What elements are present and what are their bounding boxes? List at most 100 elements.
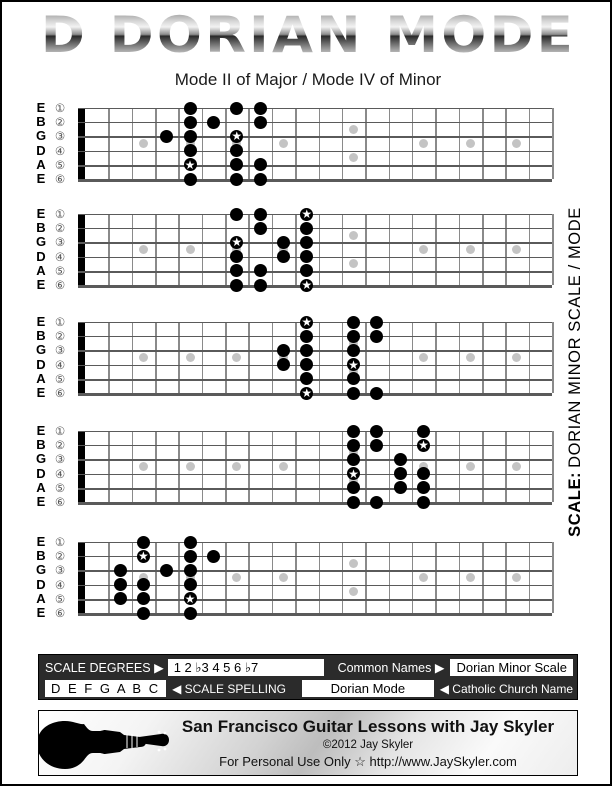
fret-line xyxy=(155,542,157,613)
fret-inlay-marker xyxy=(419,573,429,582)
scale-note-dot xyxy=(183,144,197,158)
scale-note-dot xyxy=(230,264,244,278)
fret-inlay-marker xyxy=(278,462,288,471)
fret-line xyxy=(552,431,554,502)
fret-line xyxy=(552,214,554,285)
string-name: D xyxy=(36,356,46,372)
fret-line xyxy=(271,431,274,502)
string-labels: E①B②G③D④A⑤E⑥ xyxy=(32,535,78,620)
fret-line xyxy=(295,431,297,502)
string-number: ④ xyxy=(54,466,66,481)
string-name: E xyxy=(36,206,46,222)
scale-note-dot xyxy=(370,329,384,343)
scale-note-dot xyxy=(370,315,384,329)
fret-line xyxy=(248,108,251,179)
string-number: ① xyxy=(54,424,66,439)
fret-inlay-marker xyxy=(232,353,242,362)
string-number: ④ xyxy=(54,143,66,158)
scale-note-dot xyxy=(253,172,267,186)
root-note-dot xyxy=(230,235,244,249)
fret-inlay-marker xyxy=(419,245,429,254)
root-note-dot xyxy=(136,549,150,563)
string-labels: E①B②G③D④A⑤E⑥ xyxy=(32,101,78,186)
fret-line xyxy=(528,431,531,502)
scale-note-dot xyxy=(347,452,361,466)
fret-inlay-marker xyxy=(419,353,429,362)
string-name: E xyxy=(36,100,46,116)
fret-inlay-marker xyxy=(138,353,148,362)
fret-line xyxy=(365,431,367,502)
string-label-row: A⑤ xyxy=(32,370,78,386)
scale-note-dot xyxy=(370,424,384,438)
footer-text: San Francisco Guitar Lessons with Jay Sk… xyxy=(159,716,577,770)
string-label-row: G③ xyxy=(32,452,78,467)
scale-note-dot xyxy=(183,115,197,129)
string-name: A xyxy=(36,156,46,172)
string-label-row: A⑤ xyxy=(32,156,78,172)
string-name: G xyxy=(35,128,47,144)
string-line xyxy=(78,242,552,244)
fret-line xyxy=(108,431,110,502)
fret-inlay-marker xyxy=(465,573,475,582)
fret-line xyxy=(108,108,110,179)
fret-line xyxy=(318,214,321,285)
scale-note-dot xyxy=(417,467,431,481)
scale-note-dot xyxy=(113,578,127,592)
scale-note-dot xyxy=(160,563,174,577)
string-label-row: G③ xyxy=(32,235,78,250)
fretboard-diagram-1: E①B②G③D④A⑤E⑥ xyxy=(2,101,612,193)
scale-note-dot xyxy=(136,535,150,549)
string-labels: E①B②G③D④A⑤E⑥ xyxy=(32,424,78,509)
fret-line xyxy=(131,322,134,393)
scale-note-dot xyxy=(230,172,244,186)
fret-inlay-marker xyxy=(419,139,429,148)
fret-line xyxy=(411,431,414,502)
fret-inlay-marker xyxy=(278,573,288,582)
fret-line xyxy=(201,108,204,179)
scale-note-dot xyxy=(393,452,407,466)
fret-line xyxy=(458,431,461,502)
fret-line xyxy=(365,322,367,393)
string-number: ① xyxy=(54,535,66,550)
fret-line xyxy=(295,214,297,285)
root-note-dot xyxy=(417,438,431,452)
fret-line xyxy=(201,322,204,393)
scale-note-dot xyxy=(183,606,197,620)
scale-note-dot xyxy=(136,592,150,606)
string-line xyxy=(78,364,552,367)
scale-note-dot xyxy=(300,250,314,264)
scale-note-dot xyxy=(347,424,361,438)
fret-line xyxy=(481,322,484,393)
nut xyxy=(78,431,85,502)
string-label-row: B② xyxy=(32,438,78,453)
fret-line xyxy=(131,431,134,502)
fret-line xyxy=(388,431,391,502)
scale-note-dot xyxy=(393,481,407,495)
fret-line xyxy=(271,108,274,179)
string-name: A xyxy=(36,370,46,386)
scale-note-dot xyxy=(300,329,314,343)
string-name: D xyxy=(36,465,46,481)
fret-line xyxy=(481,431,484,502)
scale-note-dot xyxy=(230,158,244,172)
string-line xyxy=(78,136,552,138)
string-number: ③ xyxy=(54,343,66,358)
scale-note-dot xyxy=(276,343,290,357)
fret-line xyxy=(271,542,274,613)
fret-line xyxy=(388,542,391,613)
scale-note-dot xyxy=(300,235,314,249)
fret-inlay-marker xyxy=(138,462,148,471)
fret-line xyxy=(108,322,110,393)
legend-panel: SCALE DEGREES ▶ 1 2 ♭3 4 5 6 ♭7 Common N… xyxy=(38,654,578,700)
string-name: E xyxy=(36,171,46,187)
church-name-label: ◀ Catholic Church Name xyxy=(439,681,573,696)
string-line xyxy=(78,445,552,447)
root-note-dot xyxy=(300,386,314,400)
scale-note-dot xyxy=(347,495,361,509)
string-line xyxy=(78,285,552,288)
fret-line xyxy=(155,431,157,502)
string-number: ⑤ xyxy=(54,480,66,495)
scale-note-dot xyxy=(230,144,244,158)
string-name: E xyxy=(36,534,46,550)
string-label-row: B② xyxy=(32,329,78,344)
